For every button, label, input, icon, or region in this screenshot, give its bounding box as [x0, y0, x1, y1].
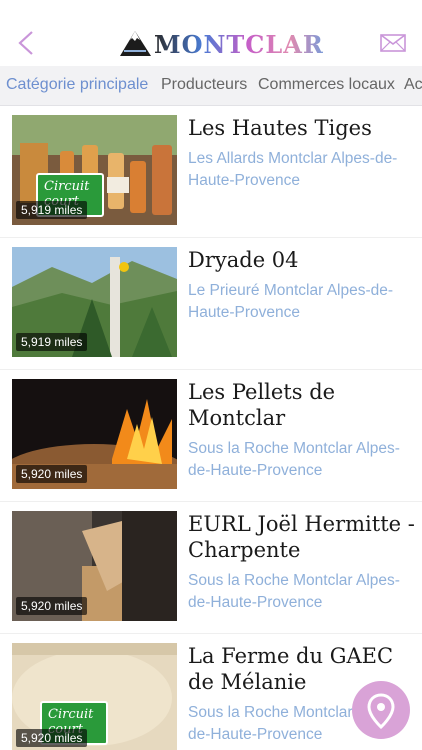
tab-more[interactable]: Ac: [404, 76, 422, 94]
category-tabs: Catégorie principale Producteurs Commerc…: [0, 66, 422, 106]
item-title: EURL Joël Hermitte - Charpente: [188, 512, 415, 562]
distance-label: 5,919 miles: [16, 201, 88, 219]
item-thumbnail: Circuit court 5,919 miles: [12, 115, 177, 225]
map-button[interactable]: [352, 681, 410, 739]
item-address: Les Allards Montclar Alpes-de-Haute-Prov…: [188, 150, 398, 189]
distance-label: 5,919 miles: [16, 333, 88, 351]
map-pin-icon: [367, 693, 395, 730]
list-item[interactable]: 5,919 miles Dryade 04 Le Prieuré Montcla…: [0, 238, 422, 370]
item-address: Sous la Roche Montclar Alpes-de-Haute-Pr…: [188, 440, 400, 479]
list-item[interactable]: 5,920 miles Les Pellets de Montclar Sous…: [0, 370, 422, 502]
distance-label: 5,920 miles: [16, 729, 88, 747]
list-item[interactable]: 5,920 miles EURL Joël Hermitte - Charpen…: [0, 502, 422, 634]
item-thumbnail: 5,920 miles: [12, 511, 177, 621]
app-logo: MONTCLAR: [118, 26, 323, 60]
item-thumbnail: Circuit court 5,920 miles: [12, 643, 177, 750]
item-thumbnail: 5,920 miles: [12, 379, 177, 489]
item-address: Sous la Roche Montclar Alpes-de-Haute-Pr…: [188, 572, 400, 611]
mail-icon: [380, 34, 406, 52]
app-header: MONTCLAR: [0, 0, 422, 66]
item-address: Le Prieuré Montclar Alpes-de-Haute-Prove…: [188, 282, 394, 321]
item-title: Les Pellets de Montclar: [188, 380, 336, 430]
item-thumbnail: 5,919 miles: [12, 247, 177, 357]
tab-commerces-locaux[interactable]: Commerces locaux: [258, 76, 395, 94]
tab-producteurs[interactable]: Producteurs: [161, 76, 247, 94]
item-title: Dryade 04: [188, 248, 299, 272]
tab-categorie-principale[interactable]: Catégorie principale: [6, 76, 148, 94]
mountain-logo-icon: [120, 31, 151, 56]
item-title: Les Hautes Tiges: [188, 116, 372, 140]
chevron-left-icon: [18, 31, 33, 55]
distance-label: 5,920 miles: [16, 465, 88, 483]
logo-text: MONTCLAR: [154, 30, 324, 59]
mail-button[interactable]: [380, 34, 406, 52]
distance-label: 5,920 miles: [16, 597, 88, 615]
list-item[interactable]: Circuit court 5,919 miles Les Hautes Tig…: [0, 106, 422, 238]
back-button[interactable]: [14, 28, 38, 58]
